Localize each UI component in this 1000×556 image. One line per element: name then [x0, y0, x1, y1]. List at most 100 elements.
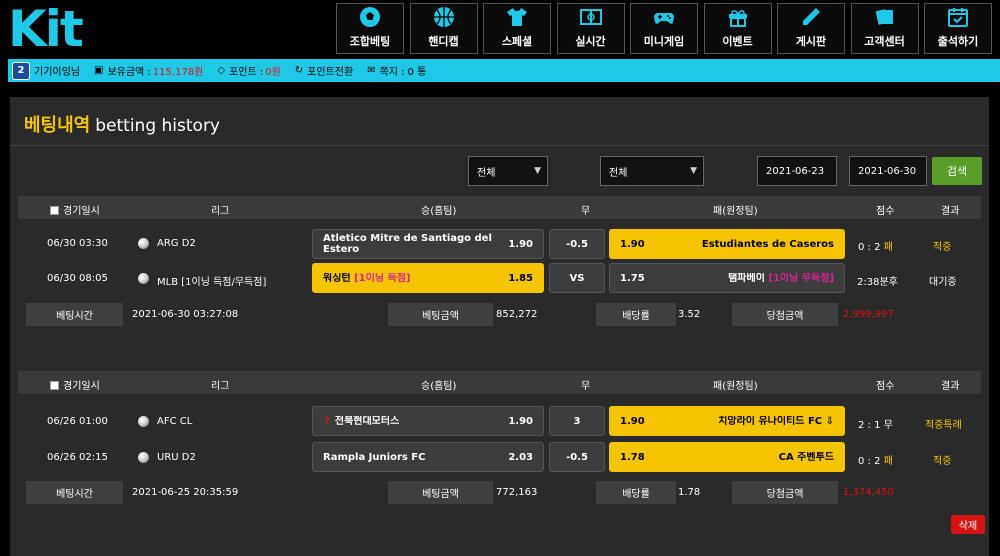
away-team: 탬파베이: [728, 272, 765, 284]
home-team: 워싱턴: [323, 272, 351, 284]
nav-label: 고객센터: [864, 35, 905, 48]
away-odds-button[interactable]: 1.75 탬파베이 [1이닝 무득점]: [609, 263, 845, 293]
bet-summary-2: 베팅시간 2021-06-25 20:35:59 베팅금액 772,163 배당…: [18, 481, 981, 504]
game-date: 06/30 03:30: [47, 238, 108, 249]
home-odds-button[interactable]: ↑ 전북현대모터스 1.90: [312, 406, 544, 436]
game-score: 2:38분후: [857, 277, 898, 288]
nav-attendance[interactable]: 출석하기: [924, 3, 992, 54]
username-text: 기기이잉님: [34, 67, 80, 78]
header-result: 결과: [941, 206, 960, 217]
sport-ball-icon: [138, 273, 149, 284]
total-odds: 1.78: [678, 487, 701, 498]
away-odds: 1.90: [620, 238, 645, 250]
away-odds-button[interactable]: 1.90 Estudiantes de Caseros: [609, 229, 845, 259]
home-odds-button[interactable]: 워싱턴 [1이닝 득점] 1.85: [312, 263, 544, 293]
away-odds: 1.90: [620, 415, 645, 427]
diamond-icon: ◇: [217, 65, 226, 76]
game-score: 2 : 1 무: [858, 416, 893, 431]
game-league: MLB [1이닝 득점/무득점]: [157, 277, 267, 288]
game-score: 0 : 2 패: [858, 452, 893, 467]
handicap-value: -0.5: [566, 451, 588, 463]
filter-select-2[interactable]: 전체 ▼: [600, 156, 704, 186]
home-odds-button[interactable]: Rampla Juniors FC 2.03: [312, 442, 544, 472]
header-score: 점수: [876, 381, 895, 392]
money-icon: ▣: [94, 65, 104, 76]
home-tag: [1이닝 득점]: [354, 272, 411, 284]
nav-support[interactable]: 고객센터: [850, 3, 919, 54]
draw-odds-button[interactable]: VS: [549, 263, 605, 293]
away-team-wrap: 치앙라이 유나이티드 FC ⇩: [655, 416, 834, 427]
home-team-wrap: 워싱턴 [1이닝 득점]: [323, 273, 500, 284]
field-icon: [579, 9, 602, 25]
nav-label: 출석하기: [937, 35, 979, 48]
search-button[interactable]: 검색: [932, 157, 982, 185]
up-arrow-icon: ↑: [323, 415, 332, 427]
nav-label: 게시판: [795, 35, 827, 48]
nav-label: 핸디캡: [428, 35, 459, 48]
header-league: 리그: [211, 206, 230, 217]
away-odds-button[interactable]: 1.78 CA 주벤투드: [609, 442, 845, 472]
nav-event[interactable]: 이벤트: [703, 3, 772, 54]
bet-time-label: 베팅시간: [26, 303, 123, 326]
draw-odds-button[interactable]: -0.5: [549, 442, 605, 472]
away-odds-button[interactable]: 1.90 치앙라이 유나이티드 FC ⇩: [609, 406, 845, 436]
away-team-wrap: 탬파베이 [1이닝 무득점]: [655, 273, 834, 284]
point-label: 포인트 :: [229, 67, 264, 78]
date-from-input[interactable]: 2021-06-23: [757, 156, 837, 186]
home-odds: 1.85: [508, 272, 533, 284]
away-team: Estudiantes de Caseros: [701, 238, 834, 250]
score-tag: 패: [883, 242, 893, 253]
nav-board[interactable]: 게시판: [777, 3, 845, 54]
nav-combo-bet[interactable]: 조합베팅: [336, 3, 404, 54]
bet-summary-1: 베팅시간 2021-06-30 03:27:08 베팅금액 852,272 배당…: [18, 303, 981, 326]
date-to-input[interactable]: 2021-06-30: [849, 156, 927, 186]
nav-minigame[interactable]: 미니게임: [630, 3, 698, 54]
filter-select-2-value: 전체: [609, 167, 628, 179]
header-score: 점수: [876, 206, 895, 217]
win-amount-label: 당첨금액: [732, 303, 838, 326]
vs-label: VS: [569, 272, 585, 284]
away-tag: [1이닝 무득점]: [768, 272, 834, 284]
game-league: ARG D2: [157, 238, 196, 249]
pencil-icon: [803, 8, 820, 25]
delete-button[interactable]: 삭제: [951, 515, 985, 534]
sport-ball-icon: [138, 452, 149, 463]
username: 기기이잉님: [34, 63, 80, 78]
home-odds: 2.03: [508, 451, 533, 463]
score-text: 0 : 2: [858, 242, 881, 253]
win-amount-label: 당첨금액: [732, 481, 838, 504]
point-convert-link[interactable]: ↻ 포인트전환: [295, 63, 353, 78]
game-score: 0 : 2 패: [858, 238, 893, 253]
bet-amount-label: 베팅금액: [388, 481, 493, 504]
game-league: AFC CL: [157, 416, 193, 427]
draw-odds-button[interactable]: -0.5: [549, 229, 605, 259]
bet-amount-label: 베팅금액: [388, 303, 493, 326]
nav-live[interactable]: 실시간: [556, 3, 625, 54]
odds-label: 배당률: [596, 481, 676, 504]
home-odds-button[interactable]: Atletico Mitre de Santiago del Estero 1.…: [312, 229, 544, 259]
select-all-checkbox[interactable]: [50, 381, 59, 390]
betting-history-panel: 베팅내역 betting history 전체 ▼ 전체 ▼ 2021-06-2…: [10, 97, 989, 556]
message-label: 쪽지 :: [379, 67, 405, 78]
point-convert-label: 포인트전환: [307, 67, 354, 78]
nav-label: 이벤트: [722, 35, 753, 48]
game-date: 06/30 08:05: [47, 273, 108, 284]
home-team: 전북현대모터스: [334, 415, 400, 427]
select-all-checkbox[interactable]: [50, 206, 59, 215]
header-date: 경기일시: [50, 377, 100, 392]
message-value: 0 통: [407, 67, 427, 78]
nav-handicap[interactable]: 핸디캡: [409, 3, 478, 54]
game-result: 대기중: [929, 277, 957, 288]
score-text: 2 : 1: [858, 420, 881, 431]
draw-odds-button[interactable]: 3: [549, 406, 605, 436]
basketball-icon: [433, 7, 454, 27]
messages-link[interactable]: ✉ 쪽지 : 0 통: [367, 63, 426, 78]
chevron-down-icon: ▼: [690, 166, 697, 176]
nav-special[interactable]: 스페셜: [483, 3, 551, 54]
site-logo[interactable]: Kit: [8, 2, 84, 56]
filter-select-1[interactable]: 전체 ▼: [468, 156, 548, 186]
page-title: 베팅내역 betting history: [24, 111, 220, 137]
balance: ▣ 보유금액 : 115,178원: [94, 63, 203, 78]
header-away: 패(원정팀): [713, 381, 758, 392]
refresh-icon: ↻: [294, 65, 304, 76]
